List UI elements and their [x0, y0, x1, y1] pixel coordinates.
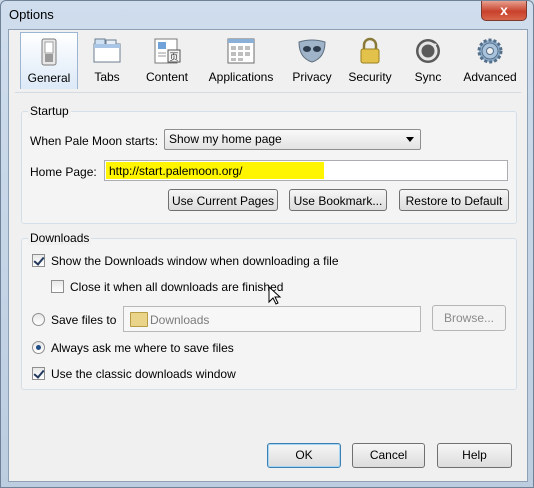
when-starts-value: Show my home page — [169, 132, 282, 146]
tab-label: Content — [145, 70, 189, 84]
preferences-toolbar: General Tabs 页 Content Applications Priv… — [9, 30, 527, 90]
tabs-icon — [93, 38, 121, 63]
tab-label: General — [27, 71, 71, 85]
tab-label: Privacy — [292, 70, 332, 84]
home-page-input[interactable]: http://start.palemoon.org/ — [104, 160, 508, 181]
tab-sync[interactable]: Sync — [403, 32, 453, 88]
svg-text:页: 页 — [169, 52, 178, 62]
download-folder-field[interactable]: Downloads — [123, 306, 421, 332]
tab-tabs[interactable]: Tabs — [79, 32, 135, 88]
window-client: General Tabs 页 Content Applications Priv… — [8, 29, 528, 482]
mask-icon — [298, 39, 326, 63]
tab-general[interactable]: General — [20, 32, 78, 89]
window-title: Options — [9, 7, 54, 22]
general-pane: Startup When Pale Moon starts: Show my h… — [15, 92, 521, 476]
applications-icon — [227, 38, 255, 64]
tab-label: Advanced — [463, 70, 517, 84]
always-ask-label: Always ask me where to save files — [51, 341, 234, 355]
home-page-label: Home Page: — [30, 165, 97, 179]
show-downloads-window-label: Show the Downloads window when downloadi… — [51, 254, 339, 268]
switch-icon — [41, 38, 57, 66]
chevron-down-icon — [406, 137, 414, 142]
folder-icon — [130, 312, 148, 327]
use-bookmark-button[interactable]: Use Bookmark... — [289, 189, 387, 211]
when-starts-label: When Pale Moon starts: — [30, 134, 159, 148]
save-files-to-label: Save files to — [51, 313, 117, 327]
help-button[interactable]: Help — [437, 443, 512, 468]
tab-security[interactable]: Security — [343, 32, 397, 88]
mouse-cursor-icon — [268, 286, 282, 305]
sync-icon — [416, 39, 440, 63]
options-window: Options x General Tabs 页 Content Applica… — [0, 0, 534, 488]
home-page-value: http://start.palemoon.org/ — [109, 164, 243, 178]
classic-downloads-label: Use the classic downloads window — [51, 367, 236, 381]
lock-icon — [360, 37, 380, 64]
close-button[interactable]: x — [481, 1, 527, 21]
tab-label: Applications — [208, 70, 274, 84]
downloads-group-label: Downloads — [28, 231, 92, 245]
when-starts-select[interactable]: Show my home page — [164, 129, 421, 150]
tab-content[interactable]: 页 Content — [137, 32, 197, 88]
use-current-pages-button[interactable]: Use Current Pages — [168, 189, 278, 211]
close-when-finished-checkbox[interactable] — [51, 280, 64, 293]
content-icon: 页 — [154, 38, 181, 64]
restore-default-button[interactable]: Restore to Default — [399, 189, 509, 211]
tab-privacy[interactable]: Privacy — [287, 32, 337, 88]
tab-applications[interactable]: Applications — [203, 32, 279, 88]
show-downloads-window-checkbox[interactable] — [32, 254, 45, 267]
browse-button[interactable]: Browse... — [432, 305, 506, 331]
classic-downloads-checkbox[interactable] — [32, 367, 45, 380]
always-ask-radio[interactable] — [32, 341, 45, 354]
startup-group-label: Startup — [28, 104, 71, 118]
tab-label: Security — [348, 70, 392, 84]
gear-icon — [477, 38, 503, 64]
cancel-button[interactable]: Cancel — [352, 443, 425, 468]
download-folder-value: Downloads — [150, 313, 210, 327]
save-files-to-radio[interactable] — [32, 313, 45, 326]
ok-button[interactable]: OK — [267, 443, 341, 468]
close-when-finished-label: Close it when all downloads are finished — [70, 280, 284, 294]
tab-label: Sync — [414, 70, 442, 84]
tab-advanced[interactable]: Advanced — [457, 32, 523, 88]
tab-label: Tabs — [94, 70, 120, 84]
